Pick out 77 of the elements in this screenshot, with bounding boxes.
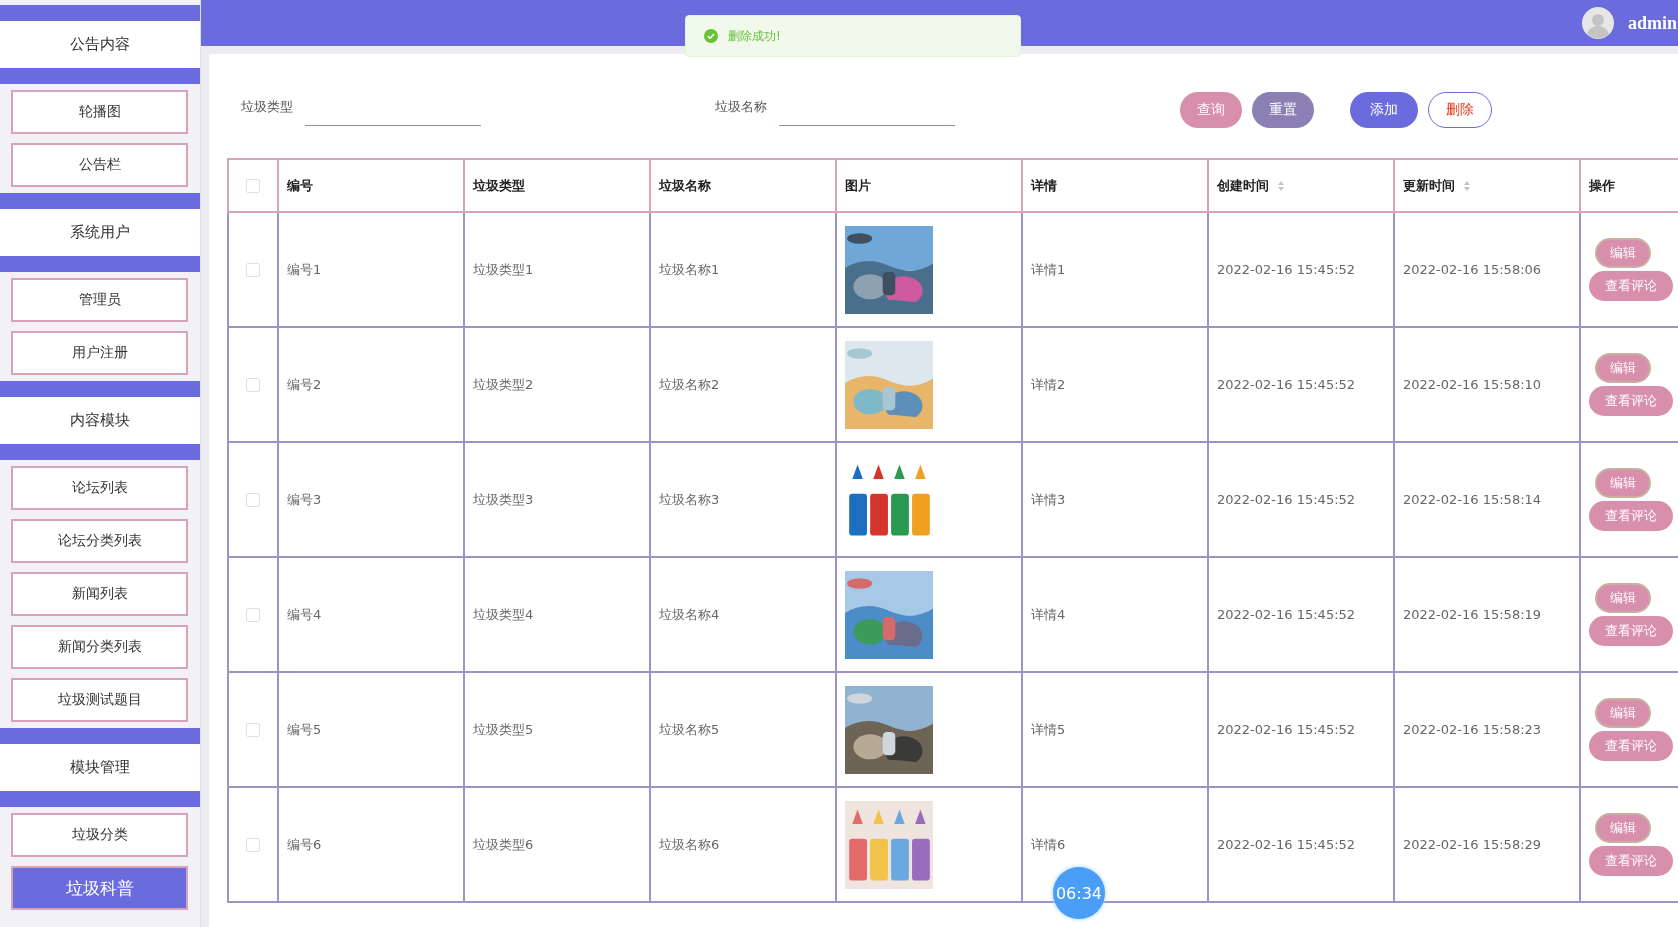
column-header[interactable]: 操作 xyxy=(1580,159,1678,212)
table-cell: 详情2 xyxy=(1031,376,1066,392)
menu-item[interactable]: 轮播图 xyxy=(11,90,188,134)
checkbox[interactable] xyxy=(246,723,260,738)
menu-item[interactable]: 垃圾分类 xyxy=(11,813,188,857)
table-cell: 2022-02-16 15:45:52 xyxy=(1217,837,1356,852)
table-cell: 2022-02-16 15:58:06 xyxy=(1403,262,1542,277)
menu-item[interactable]: 新闻分类列表 xyxy=(11,625,188,669)
table-cell: 详情5 xyxy=(1031,721,1066,737)
table-cell: 垃圾类型3 xyxy=(473,491,534,507)
menu-item[interactable]: 论坛列表 xyxy=(11,466,188,510)
add-button[interactable]: 添加 xyxy=(1350,92,1418,128)
column-header[interactable]: 详情 xyxy=(1022,159,1208,212)
menu-item[interactable]: 管理员 xyxy=(11,278,188,322)
avatar-icon[interactable] xyxy=(1582,7,1614,39)
table-cell: 垃圾类型2 xyxy=(473,376,534,392)
table-cell: 2022-02-16 15:45:52 xyxy=(1217,262,1356,277)
menu-group-title: 模块管理 xyxy=(0,744,200,791)
table-cell: 编号4 xyxy=(287,606,322,622)
table-cell: 编号5 xyxy=(287,721,322,737)
table-cell: 垃圾名称2 xyxy=(659,376,720,392)
table-cell: 2022-02-16 15:58:14 xyxy=(1403,492,1542,507)
table-cell: 详情1 xyxy=(1031,261,1066,277)
menu-item[interactable]: 论坛分类列表 xyxy=(11,519,188,563)
menu-group-title: 公告内容 xyxy=(0,21,200,68)
column-header[interactable]: 垃圾类型 xyxy=(464,159,650,212)
table-cell: 详情3 xyxy=(1031,491,1066,507)
column-header[interactable]: 更新时间 xyxy=(1394,159,1580,212)
reset-button[interactable]: 重置 xyxy=(1252,92,1314,128)
success-icon xyxy=(704,29,718,43)
table-cell: 2022-02-16 15:58:10 xyxy=(1403,377,1542,392)
table-cell: 编号6 xyxy=(287,836,322,852)
table-cell: 2022-02-16 15:58:29 xyxy=(1403,837,1542,852)
sort-icon[interactable] xyxy=(1277,180,1285,192)
sort-icon[interactable] xyxy=(1463,180,1471,192)
table-cell: 2022-02-16 15:45:52 xyxy=(1217,607,1356,622)
column-header[interactable]: 创建时间 xyxy=(1208,159,1394,212)
column-header[interactable]: 垃圾名称 xyxy=(650,159,836,212)
table-cell: 详情6 xyxy=(1031,836,1066,852)
table-cell: 垃圾类型5 xyxy=(473,721,534,737)
checkbox[interactable] xyxy=(246,608,260,623)
delete-button[interactable]: 删除 xyxy=(1428,92,1492,128)
table-cell: 垃圾名称5 xyxy=(659,721,720,737)
username[interactable]: admin xyxy=(1628,12,1678,34)
table-cell: 垃圾名称6 xyxy=(659,836,720,852)
toast-message: 删除成功! xyxy=(728,27,781,45)
menu-item[interactable]: 垃圾测试题目 xyxy=(11,678,188,722)
table-cell: 编号1 xyxy=(287,261,322,277)
table-cell: 2022-02-16 15:58:19 xyxy=(1403,607,1542,622)
table-cell: 垃圾名称3 xyxy=(659,491,720,507)
table-cell: 2022-02-16 15:45:52 xyxy=(1217,377,1356,392)
menu-item[interactable]: 垃圾科普 xyxy=(11,866,188,910)
checkbox[interactable] xyxy=(246,493,260,508)
table-cell: 垃圾类型1 xyxy=(473,261,534,277)
menu-group-title: 系统用户 xyxy=(0,209,200,256)
table-cell: 2022-02-16 15:58:23 xyxy=(1403,722,1542,737)
filter-label: 垃圾类型 xyxy=(241,97,293,116)
table-cell: 垃圾类型6 xyxy=(473,836,534,852)
menu-item[interactable]: 用户注册 xyxy=(11,331,188,375)
table-cell: 2022-02-16 15:45:52 xyxy=(1217,492,1356,507)
table-cell: 编号3 xyxy=(287,491,322,507)
checkbox[interactable] xyxy=(246,838,260,853)
table-cell: 垃圾名称4 xyxy=(659,606,720,622)
table-cell: 2022-02-16 15:45:52 xyxy=(1217,722,1356,737)
column-header[interactable]: 图片 xyxy=(836,159,1022,212)
checkbox[interactable] xyxy=(246,378,260,393)
table-cell: 详情4 xyxy=(1031,606,1066,622)
table-cell: 垃圾类型4 xyxy=(473,606,534,622)
table-cell: 垃圾名称1 xyxy=(659,261,720,277)
menu-item[interactable]: 公告栏 xyxy=(11,143,188,187)
checkbox[interactable] xyxy=(246,263,260,278)
checkbox[interactable] xyxy=(246,179,260,194)
menu-item[interactable]: 新闻列表 xyxy=(11,572,188,616)
menu-group-title: 内容模块 xyxy=(0,397,200,444)
column-header[interactable]: 编号 xyxy=(278,159,464,212)
filter-label: 垃圾名称 xyxy=(715,97,767,116)
table-cell: 编号2 xyxy=(287,376,322,392)
